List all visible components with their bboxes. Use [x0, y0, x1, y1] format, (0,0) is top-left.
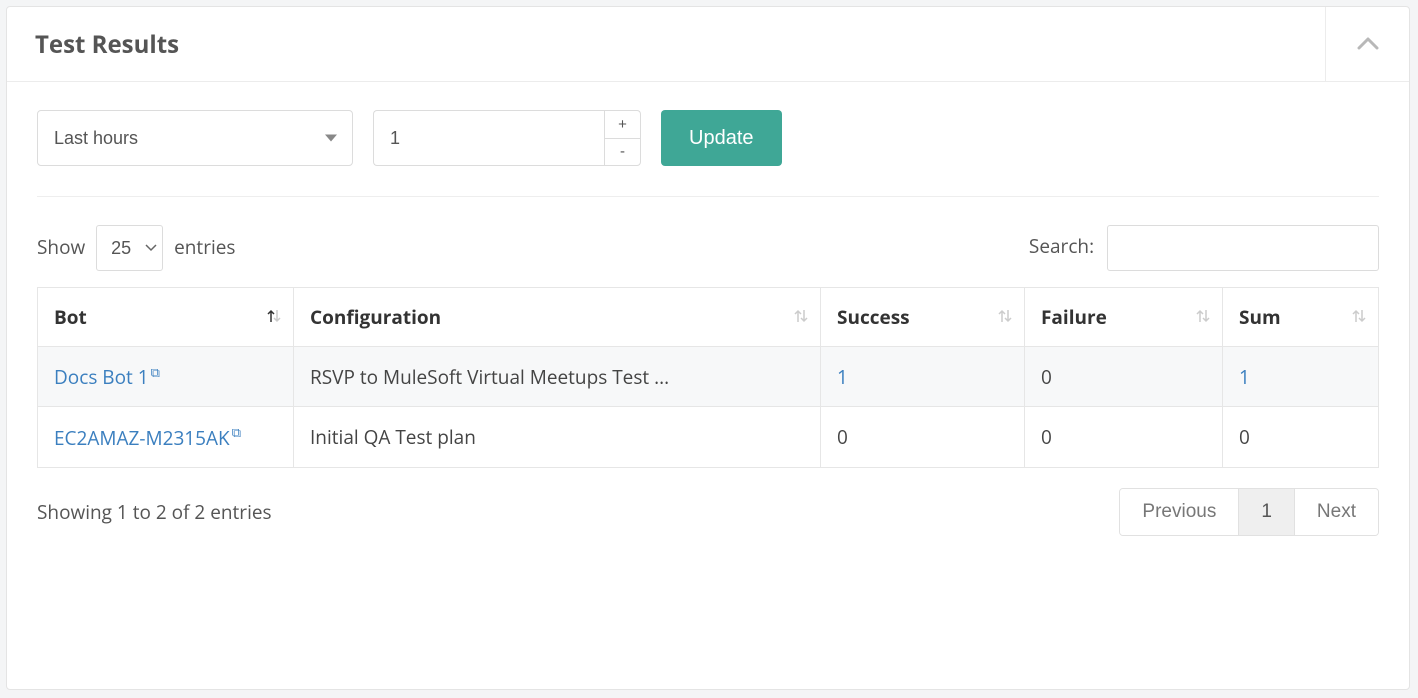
increment-button[interactable]: +	[604, 110, 641, 138]
panel-body: Last hours + - Update Show 25	[7, 82, 1409, 564]
sum-cell: 0	[1223, 407, 1379, 467]
update-button[interactable]: Update	[661, 110, 782, 166]
success-link[interactable]: 1	[837, 364, 848, 390]
time-range-select[interactable]: Last hours	[37, 110, 353, 166]
entries-label: entries	[174, 234, 235, 260]
table-footer: Showing 1 to 2 of 2 entries Previous 1 N…	[37, 488, 1379, 536]
prev-button[interactable]: Previous	[1120, 489, 1238, 535]
spinner-buttons: + -	[604, 110, 641, 166]
time-range-select-wrap: Last hours	[37, 110, 353, 166]
success-cell: 0	[821, 407, 1025, 467]
panel-title: Test Results	[35, 28, 179, 61]
filter-row: Last hours + - Update	[37, 110, 1379, 197]
sort-asc-icon	[267, 304, 281, 330]
collapse-toggle[interactable]	[1325, 7, 1409, 81]
search-label: Search:	[1029, 233, 1094, 259]
failure-cell: 0	[1025, 407, 1223, 467]
page-size-select[interactable]: 25	[96, 225, 163, 271]
show-label: Show	[37, 234, 85, 260]
external-link-icon: ⧉	[232, 423, 241, 441]
table-controls: Show 25 entries Search:	[37, 225, 1379, 271]
sort-icon	[1196, 304, 1210, 330]
sort-icon	[998, 304, 1012, 330]
config-cell: RSVP to MuleSoft Virtual Meetups Test ..…	[294, 347, 821, 407]
bot-link[interactable]: EC2AMAZ-M2315AK⧉	[54, 425, 241, 451]
sort-icon	[794, 304, 808, 330]
col-bot[interactable]: Bot	[38, 288, 294, 347]
hours-spinner: + -	[373, 110, 641, 166]
col-success[interactable]: Success	[821, 288, 1025, 347]
panel-header: Test Results	[7, 7, 1409, 82]
col-sum[interactable]: Sum	[1223, 288, 1379, 347]
sum-link[interactable]: 1	[1239, 364, 1250, 390]
entries-control: Show 25 entries	[37, 225, 236, 271]
col-failure[interactable]: Failure	[1025, 288, 1223, 347]
failure-cell: 0	[1025, 347, 1223, 407]
decrement-button[interactable]: -	[604, 138, 641, 167]
results-table: Bot Configuration Success	[37, 287, 1379, 468]
page-1-button[interactable]: 1	[1238, 489, 1294, 535]
config-cell: Initial QA Test plan	[294, 407, 821, 467]
external-link-icon: ⧉	[151, 363, 160, 381]
hours-input[interactable]	[373, 110, 604, 166]
test-results-panel: Test Results Last hours + - Update	[6, 6, 1410, 690]
col-configuration[interactable]: Configuration	[294, 288, 821, 347]
search-control: Search:	[1029, 225, 1379, 271]
bot-link[interactable]: Docs Bot 1⧉	[54, 364, 160, 390]
table-row: EC2AMAZ-M2315AK⧉ Initial QA Test plan 0 …	[38, 407, 1379, 467]
table-header-row: Bot Configuration Success	[38, 288, 1379, 347]
search-input[interactable]	[1107, 225, 1379, 271]
pagination: Previous 1 Next	[1119, 488, 1379, 536]
table-info: Showing 1 to 2 of 2 entries	[37, 499, 272, 525]
chevron-up-icon	[1357, 37, 1379, 51]
next-button[interactable]: Next	[1294, 489, 1378, 535]
table-row: Docs Bot 1⧉ RSVP to MuleSoft Virtual Mee…	[38, 347, 1379, 407]
sort-icon	[1352, 304, 1366, 330]
